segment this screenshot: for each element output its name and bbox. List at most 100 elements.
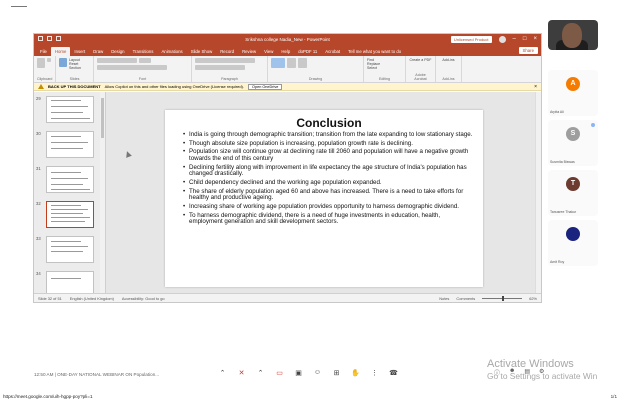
slide-thumbnail-preview[interactable] — [46, 131, 94, 158]
current-slide[interactable]: Conclusion India is going through demogr… — [165, 110, 483, 287]
ribbon: Clipboard Layout Reset Section Slides Fo… — [34, 56, 541, 83]
slide-thumbnail[interactable]: 33 — [36, 236, 104, 263]
maximize-icon[interactable]: □ — [523, 35, 527, 43]
editing-group: Find Replace Select Editing — [364, 56, 406, 82]
more-options-icon[interactable]: ⋮ — [370, 368, 379, 377]
tab-view[interactable]: View — [260, 47, 277, 56]
participant-tile[interactable]: Amit Roy — [548, 220, 598, 266]
tab-design[interactable]: Design — [107, 47, 128, 56]
select-button[interactable]: Select — [367, 66, 402, 70]
bullet-item: To harness demographic dividend, there i… — [183, 212, 475, 227]
tab-animations[interactable]: Animations — [157, 47, 186, 56]
raise-hand-icon[interactable]: ✋ — [351, 368, 360, 377]
tab-transitions[interactable]: Transitions — [129, 47, 158, 56]
tab-acrobat[interactable]: Acrobat — [321, 47, 344, 56]
present-screen-icon[interactable]: ⊞ — [332, 368, 341, 377]
message-text: Allow Copilot on this and other files lo… — [104, 84, 245, 89]
tab-home[interactable]: Home — [50, 47, 71, 56]
leave-call-icon[interactable]: ☎ — [389, 368, 398, 377]
thumbnail-text-line — [51, 184, 83, 186]
thumbnail-text-line — [51, 112, 83, 114]
comments-button[interactable]: Comments — [456, 296, 475, 301]
tab-dopdf[interactable]: doPDF 11 — [294, 47, 321, 56]
message-title: BACK UP THIS DOCUMENT — [48, 84, 101, 89]
font-format-icons[interactable] — [97, 65, 167, 70]
tab-file[interactable]: File — [36, 47, 51, 56]
font-size-box[interactable] — [139, 58, 151, 63]
create-pdf-button[interactable]: Create a PDF — [409, 58, 432, 62]
bullet-item: Though absolute size population is incre… — [183, 140, 475, 148]
slide-thumbnail-preview[interactable] — [46, 166, 94, 193]
bullet-item: The share of elderly population aged 60 … — [183, 188, 475, 203]
bullet-item: Increasing share of working age populati… — [183, 203, 475, 211]
alignment-icons[interactable] — [195, 65, 245, 70]
message-bar: BACK UP THIS DOCUMENT Allow Copilot on t… — [34, 83, 541, 91]
zoom-slider[interactable] — [482, 295, 523, 301]
slide-thumbnail-number: 33 — [36, 236, 41, 241]
participant-tile[interactable]: A Arpita Ali — [548, 70, 598, 116]
font-group: Font — [94, 56, 192, 82]
chevron-up-icon[interactable]: ⌃ — [218, 368, 227, 377]
captions-icon[interactable]: ▣ — [294, 368, 303, 377]
thumbnail-text-line — [51, 136, 81, 138]
paragraph-group-label: Paragraph — [221, 77, 238, 81]
section-button[interactable]: Section — [69, 66, 81, 70]
close-message-icon[interactable]: × — [534, 84, 537, 90]
self-video-tile[interactable] — [548, 20, 598, 50]
participant-tile[interactable]: S Susmita Biswas — [548, 120, 598, 166]
mouse-cursor-icon — [124, 150, 132, 158]
slide-scrollbar[interactable] — [535, 92, 541, 293]
shapes-icon[interactable] — [271, 58, 285, 68]
slides-group-label: Slides — [69, 77, 80, 81]
camera-off-icon[interactable]: ▭ — [275, 368, 284, 377]
mic-off-icon[interactable]: ✕ — [237, 368, 246, 377]
font-name-box[interactable] — [97, 58, 137, 63]
participant-tile[interactable]: T Tanusree Thakur — [548, 170, 598, 216]
drawing-group: Drawing — [268, 56, 364, 82]
video-face — [562, 23, 582, 48]
emoji-icon[interactable]: ☺ — [313, 368, 322, 377]
slide-thumbnail[interactable]: 32 — [36, 201, 104, 228]
tab-review[interactable]: Review — [238, 47, 260, 56]
cut-icon[interactable] — [47, 58, 51, 62]
account-avatar[interactable] — [498, 35, 506, 43]
slide-thumbnail-preview[interactable] — [46, 236, 94, 263]
thumbnail-text-line — [51, 178, 88, 180]
tab-draw[interactable]: Draw — [89, 47, 107, 56]
slide-thumbnail-preview[interactable] — [46, 96, 94, 123]
slide-thumbnail[interactable]: 30 — [36, 131, 104, 158]
close-icon[interactable]: × — [533, 35, 537, 43]
font-group-label: Font — [138, 77, 147, 81]
avatar: S — [566, 127, 580, 141]
paragraph-icons[interactable] — [195, 58, 255, 63]
meeting-controls: ⌃ ✕ ⌃ ▭ ▣ ☺ ⊞ ✋ ⋮ ☎ — [218, 368, 398, 377]
tab-slide-show[interactable]: Slide Show — [187, 47, 217, 56]
speaking-indicator-icon — [591, 123, 595, 127]
new-slide-icon[interactable] — [59, 58, 67, 67]
slide-thumbnail-number: 32 — [36, 201, 41, 206]
zoom-level[interactable]: 62% — [529, 296, 537, 301]
tab-record[interactable]: Record — [216, 47, 238, 56]
chevron-up-icon[interactable]: ⌃ — [256, 368, 265, 377]
minimize-icon[interactable]: – — [513, 35, 516, 43]
quick-styles-icon[interactable] — [298, 58, 307, 68]
tell-me-search[interactable]: Tell me what you want to do — [344, 47, 405, 56]
slide-thumbnail[interactable]: 29 — [36, 96, 104, 123]
participant-name: Susmita Biswas — [550, 160, 575, 164]
accessibility-status[interactable]: Accessibility: Good to go — [122, 296, 165, 301]
slide-thumbnail[interactable]: 31 — [36, 166, 104, 193]
open-onedrive-button[interactable]: Open OneDrive — [248, 83, 283, 90]
arrange-icon[interactable] — [287, 58, 296, 68]
share-button[interactable]: Share — [518, 47, 538, 54]
activate-windows-watermark: Activate Windows Go to Settings to activ… — [487, 358, 597, 382]
slide-count: Slide 32 of 51 — [38, 295, 62, 301]
tab-help[interactable]: Help — [277, 47, 294, 56]
tab-insert[interactable]: Insert — [70, 47, 89, 56]
paste-icon[interactable] — [37, 58, 45, 68]
thumbnail-text-line — [51, 205, 81, 207]
notes-button[interactable]: Notes — [439, 296, 449, 301]
unlicensed-badge[interactable]: Unlicensed Product — [450, 35, 492, 43]
slide-thumbnail-preview[interactable] — [46, 201, 94, 228]
language-indicator[interactable]: English (United Kingdom) — [70, 296, 114, 301]
add-ins-button[interactable]: Add-ins — [439, 58, 458, 62]
